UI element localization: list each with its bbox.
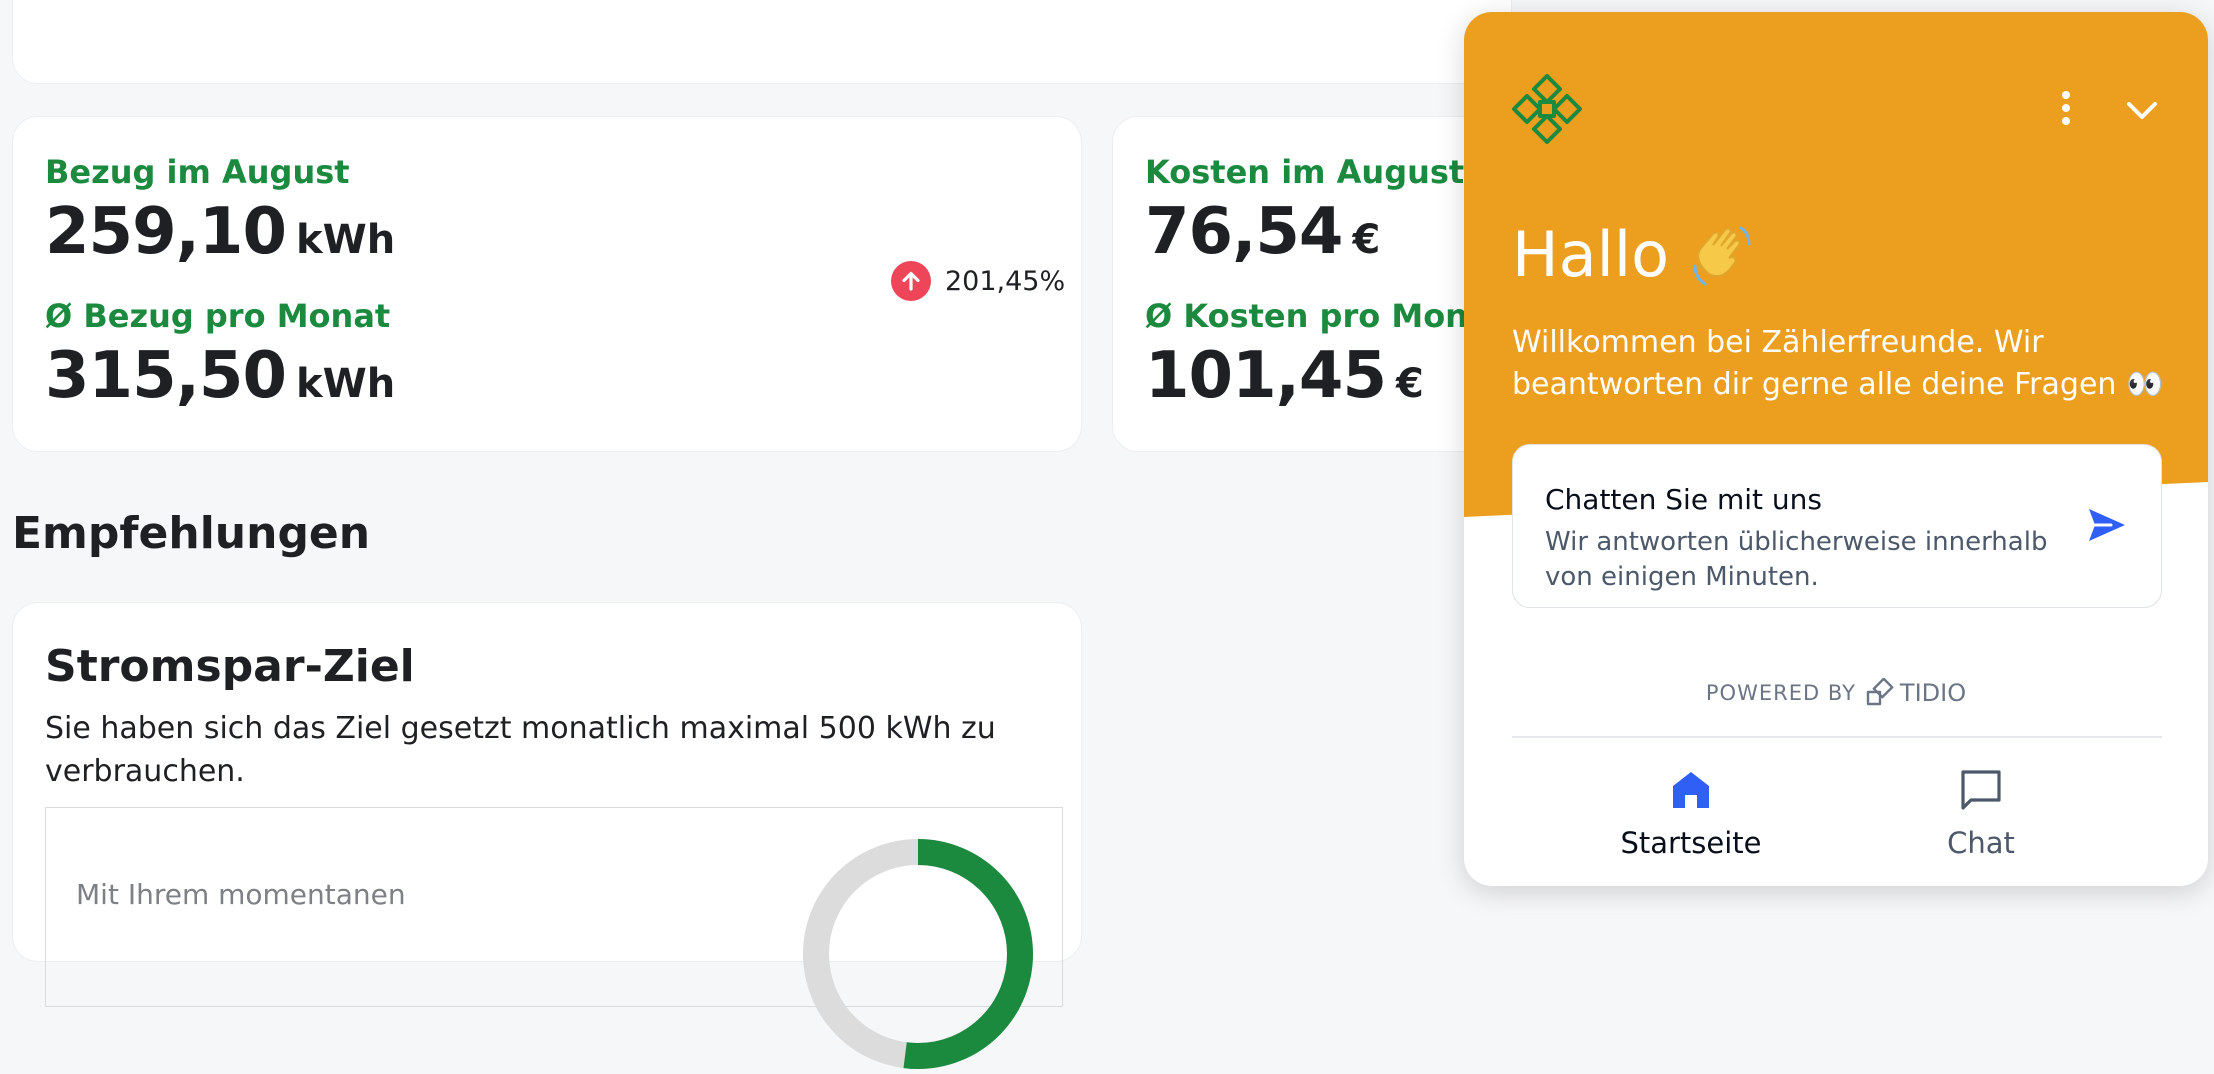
- waving-hand-icon: [1693, 226, 1751, 285]
- avg-consumption-number: 315,50: [45, 339, 287, 413]
- nav-chat-label: Chat: [1947, 826, 2015, 860]
- company-logo-icon: [1512, 74, 1582, 144]
- chat-welcome-message: Willkommen bei Zählerfreunde. Wir beantw…: [1512, 325, 2164, 402]
- costs-label: Kosten im August: [1145, 153, 1465, 191]
- avg-consumption-label: Ø Bezug pro Monat: [45, 297, 391, 335]
- chat-bubble-icon: [1961, 770, 2001, 810]
- savings-goal-title: Stromspar-Ziel: [45, 641, 415, 692]
- consumption-number: 259,10: [45, 195, 287, 269]
- consumption-unit: kWh: [295, 217, 396, 263]
- consumption-value: 259,10 kWh: [45, 195, 395, 269]
- costs-unit: €: [1352, 217, 1381, 263]
- avg-costs-label: Ø Kosten pro Monat: [1145, 297, 1505, 335]
- chevron-down-icon[interactable]: [2124, 92, 2160, 128]
- arrow-up-icon: [891, 261, 931, 301]
- nav-home-label: Startseite: [1620, 826, 1762, 860]
- tidio-logo-icon: [1866, 678, 1894, 706]
- header-card: [12, 0, 1512, 84]
- savings-goal-panel-text: Mit Ihrem momentanen: [76, 878, 406, 911]
- start-chat-title: Chatten Sie mit uns: [1545, 483, 1822, 516]
- consumption-trend: 201,45%: [891, 261, 1065, 301]
- trend-percentage: 201,45%: [945, 265, 1066, 297]
- savings-goal-gauge: [803, 839, 1033, 1069]
- home-icon: [1673, 772, 1709, 808]
- avg-consumption-value: 315,50 kWh: [45, 339, 395, 413]
- powered-by-text: POWERED BY: [1705, 681, 1856, 705]
- consumption-card: Bezug im August 259,10 kWh Ø Bezug pro Mo…: [12, 116, 1082, 452]
- chat-greeting: Hallo: [1512, 218, 1757, 291]
- chat-greeting-text: Hallo: [1512, 218, 1669, 291]
- consumption-label: Bezug im August: [45, 153, 350, 191]
- savings-goal-card: Stromspar-Ziel Sie haben sich das Ziel g…: [12, 602, 1082, 1069]
- chat-nav-divider: [1512, 736, 2162, 738]
- more-options-icon[interactable]: [2052, 88, 2080, 128]
- avg-costs-value: 101,45 €: [1145, 339, 1424, 413]
- start-chat-button[interactable]: Chatten Sie mit uns Wir antworten üblich…: [1512, 444, 2162, 608]
- costs-number: 76,54: [1145, 195, 1343, 269]
- powered-by[interactable]: POWERED BY TIDIO: [1464, 678, 2208, 708]
- nav-chat-tab[interactable]: Chat: [1881, 768, 2081, 860]
- avg-costs-unit: €: [1395, 361, 1424, 407]
- recommendations-heading: Empfehlungen: [12, 508, 371, 559]
- savings-goal-description: Sie haben sich das Ziel gesetzt monatlic…: [45, 711, 996, 789]
- powered-by-brand: TIDIO: [1899, 679, 1967, 707]
- avg-costs-number: 101,45: [1145, 339, 1387, 413]
- savings-goal-panel: Mit Ihrem momentanen: [45, 807, 1063, 1069]
- costs-value: 76,54 €: [1145, 195, 1380, 269]
- chat-widget[interactable]: Hallo Willkommen bei Zählerfreunde. Wir …: [1464, 12, 2208, 886]
- start-chat-subtitle: Wir antworten üblicherweise innerhalb vo…: [1545, 527, 2048, 592]
- send-icon: [2089, 509, 2125, 541]
- nav-home-tab[interactable]: Startseite: [1591, 768, 1791, 860]
- avg-consumption-unit: kWh: [295, 361, 396, 407]
